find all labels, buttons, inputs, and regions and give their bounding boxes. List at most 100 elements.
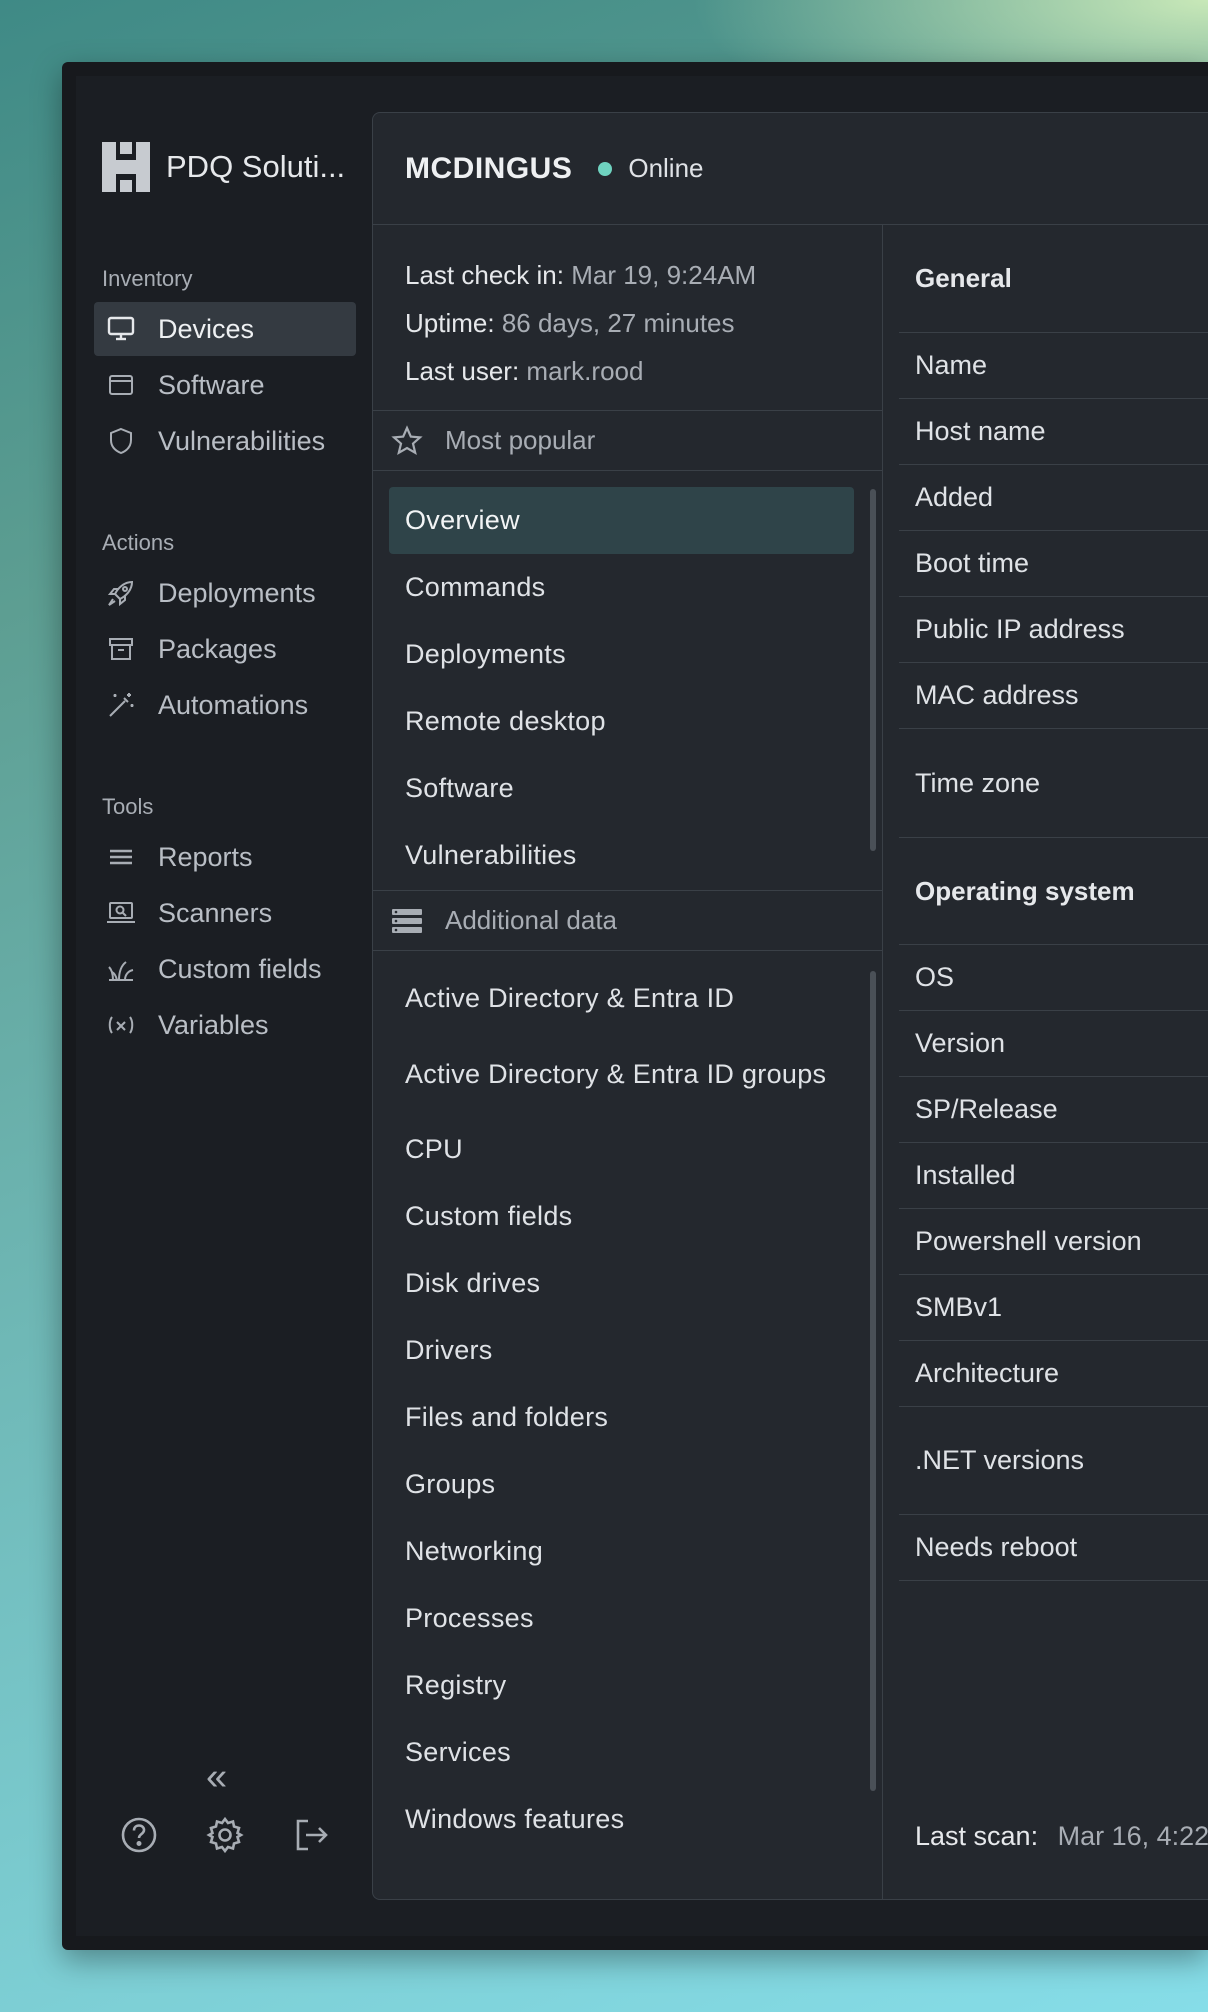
menu-item-drivers[interactable]: Drivers: [389, 1317, 854, 1384]
property-sp-release: SP/Release: [899, 1077, 1208, 1143]
property-needs-reboot: Needs reboot: [899, 1515, 1208, 1581]
property-powershell-version: Powershell version: [899, 1209, 1208, 1275]
most-popular-menu: Overview Commands Deployments Remote des…: [373, 471, 882, 891]
app-frame: PDQ Soluti... Inventory Devices Software: [76, 76, 1208, 1936]
sidebar-item-deployments[interactable]: Deployments: [94, 566, 356, 620]
brand[interactable]: PDQ Soluti...: [102, 142, 345, 192]
gear-icon[interactable]: [206, 1816, 244, 1854]
last-scan-value: Mar 16, 4:22: [1057, 1821, 1208, 1851]
menu-item-remote-desktop[interactable]: Remote desktop: [389, 688, 854, 755]
menu-item-registry[interactable]: Registry: [389, 1652, 854, 1719]
brand-name: PDQ Soluti...: [166, 149, 346, 184]
property-mac-address: MAC address: [899, 663, 1208, 729]
menu-item-active-directory[interactable]: Active Directory & Entra ID: [389, 965, 854, 1032]
last-scan-label: Last scan:: [915, 1821, 1039, 1851]
sidebar-item-label: Deployments: [158, 577, 316, 608]
device-nav-column: Last check in: Mar 19, 9:24AM Uptime: 86…: [373, 225, 883, 1899]
menu-item-active-directory-groups[interactable]: Active Directory & Entra ID groups: [389, 1032, 854, 1116]
menu-item-groups[interactable]: Groups: [389, 1451, 854, 1518]
menu-item-overview[interactable]: Overview: [389, 487, 854, 554]
window-icon: [106, 370, 136, 400]
property-architecture: Architecture: [899, 1341, 1208, 1407]
app-window: PDQ Soluti... Inventory Devices Software: [62, 62, 1208, 1950]
menu-item-services[interactable]: Services: [389, 1719, 854, 1786]
last-scan: Last scan: Mar 16, 4:22: [915, 1821, 1208, 1852]
menu-item-files-and-folders[interactable]: Files and folders: [389, 1384, 854, 1451]
menu-item-vulnerabilities[interactable]: Vulnerabilities: [389, 822, 854, 889]
nav-section-actions: Actions Deployments Packages Automations: [94, 530, 356, 734]
property-dotnet-versions: .NET versions: [899, 1407, 1208, 1515]
monitor-icon: [106, 314, 136, 344]
additional-scrollbar[interactable]: [870, 971, 876, 1791]
laptop-scan-icon: [106, 898, 136, 928]
sidebar-item-label: Packages: [158, 633, 277, 664]
property-os: OS: [899, 945, 1208, 1011]
sidebar-item-software[interactable]: Software: [94, 358, 356, 412]
menu-item-commands[interactable]: Commands: [389, 554, 854, 621]
menu-item-windows-features[interactable]: Windows features: [389, 1786, 854, 1853]
collapse-sidebar-button[interactable]: «: [206, 1756, 227, 1799]
most-popular-label: Most popular: [445, 425, 596, 455]
sidebar-item-automations[interactable]: Automations: [94, 678, 356, 732]
last-user-value: mark.rood: [526, 356, 644, 386]
properties-column: General Name Host name Added Boot time P…: [883, 225, 1208, 1899]
sidebar-item-label: Vulnerabilities: [158, 425, 326, 456]
sidebar-item-devices[interactable]: Devices: [94, 302, 356, 356]
variable-icon: [106, 1010, 136, 1040]
menu-item-disk-drives[interactable]: Disk drives: [389, 1250, 854, 1317]
sidebar-item-label: Reports: [158, 841, 253, 872]
star-icon: [391, 424, 423, 455]
logout-icon[interactable]: [292, 1816, 330, 1854]
menu-item-processes[interactable]: Processes: [389, 1585, 854, 1652]
nav-heading-tools: Tools: [102, 794, 154, 819]
last-user-label: Last user:: [405, 356, 520, 386]
menu-item-networking[interactable]: Networking: [389, 1518, 854, 1585]
sidebar-item-label: Custom fields: [158, 953, 322, 984]
nav-heading-inventory: Inventory: [102, 266, 193, 291]
sidebar-footer: [120, 1816, 330, 1854]
grass-icon: [106, 954, 136, 984]
property-time-zone: Time zone: [915, 767, 1041, 798]
last-check-in-value: Mar 19, 9:24AM: [571, 260, 757, 290]
property-boot-time: Boot time: [899, 531, 1208, 597]
sidebar-item-variables[interactable]: Variables: [94, 998, 356, 1052]
most-popular-header: Most popular: [373, 411, 882, 471]
sidebar: PDQ Soluti... Inventory Devices Software: [76, 76, 372, 1936]
property-public-ip: Public IP address: [899, 597, 1208, 663]
additional-data-header: Additional data: [373, 891, 882, 951]
sidebar-item-vulnerabilities[interactable]: Vulnerabilities: [94, 414, 356, 468]
sidebar-item-label: Devices: [158, 313, 255, 344]
menu-item-software[interactable]: Software: [389, 755, 854, 822]
sidebar-item-scanners[interactable]: Scanners: [94, 886, 356, 940]
uptime-label: Uptime:: [405, 308, 495, 338]
menu-item-cpu[interactable]: CPU: [389, 1116, 854, 1183]
shield-icon: [106, 426, 136, 456]
device-name: MCDINGUS: [405, 151, 573, 185]
os-title: Operating system: [899, 837, 1208, 945]
status-dot-icon: [598, 161, 613, 176]
nav-heading-actions: Actions: [102, 530, 175, 555]
help-icon[interactable]: [120, 1816, 158, 1854]
sidebar-item-packages[interactable]: Packages: [94, 622, 356, 676]
popular-scrollbar[interactable]: [870, 489, 876, 851]
menu-item-custom-fields[interactable]: Custom fields: [389, 1183, 854, 1250]
list-icon: [106, 842, 136, 872]
device-summary: Last check in: Mar 19, 9:24AM Uptime: 86…: [373, 225, 882, 411]
rocket-icon: [106, 578, 136, 608]
property-name: Name: [899, 333, 1208, 399]
last-check-in-label: Last check in:: [405, 260, 564, 290]
sidebar-item-label: Scanners: [158, 897, 273, 928]
sidebar-item-label: Variables: [158, 1009, 269, 1040]
property-host-name: Host name: [899, 399, 1208, 465]
property-installed: Installed: [899, 1143, 1208, 1209]
device-header: MCDINGUS Online: [373, 113, 1208, 225]
menu-item-deployments[interactable]: Deployments: [389, 621, 854, 688]
general-title: General: [899, 225, 1208, 333]
sidebar-item-label: Automations: [158, 689, 309, 720]
sidebar-item-custom-fields[interactable]: Custom fields: [94, 942, 356, 996]
archive-icon: [106, 634, 136, 664]
last-check-in: Last check in: Mar 19, 9:24AM: [405, 251, 850, 299]
magic-wand-icon: [106, 690, 136, 720]
nav-section-inventory: Inventory Devices Software Vulnerabiliti…: [94, 266, 356, 470]
sidebar-item-reports[interactable]: Reports: [94, 830, 356, 884]
